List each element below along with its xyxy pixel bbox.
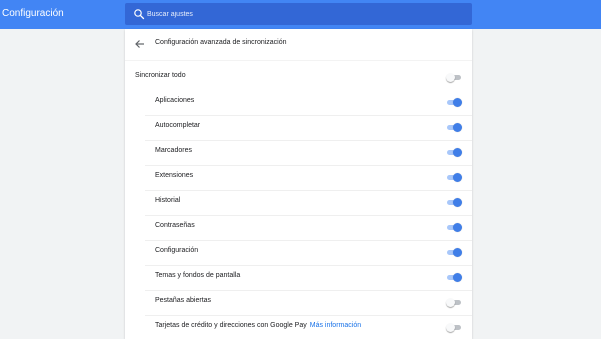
- sync-item-toggle[interactable]: [447, 248, 462, 257]
- sync-item-toggle[interactable]: [447, 273, 462, 282]
- sync-item-label: Autocompletar: [155, 122, 201, 129]
- app-title: Configuración: [2, 8, 64, 19]
- sync-settings-card: Configuración avanzada de sincronización…: [125, 29, 472, 339]
- sync-item-historial[interactable]: Historial: [145, 190, 472, 214]
- sync-item-label: Contraseñas: [155, 222, 195, 229]
- sync-item-aplicaciones[interactable]: Aplicaciones: [145, 90, 472, 114]
- toggle-knob: [453, 223, 462, 232]
- sync-item-toggle[interactable]: [447, 148, 462, 157]
- sync-item-label: Aplicaciones: [155, 97, 195, 104]
- toggle-knob: [446, 298, 455, 307]
- sync-all-row[interactable]: Sincronizar todo: [125, 65, 472, 89]
- sync-item-label: Temas y fondos de pantalla: [155, 272, 241, 279]
- sync-item-label: Extensiones: [155, 172, 194, 179]
- toggle-knob: [446, 323, 455, 332]
- toggle-knob: [453, 98, 462, 107]
- sync-item-toggle[interactable]: [447, 223, 462, 232]
- toggle-knob: [453, 173, 462, 182]
- sync-item-label-text: Tarjetas de crédito y direcciones con Go…: [155, 322, 307, 329]
- sync-item-extensiones[interactable]: Extensiones: [145, 165, 472, 189]
- sync-item-autocompletar[interactable]: Autocompletar: [145, 115, 472, 139]
- toggle-knob: [453, 198, 462, 207]
- sync-all-label: Sincronizar todo: [135, 72, 186, 79]
- toggle-knob: [446, 73, 455, 82]
- sync-item-label: Pestañas abiertas: [155, 297, 212, 304]
- sync-item-pestanas[interactable]: Pestañas abiertas: [145, 290, 472, 314]
- sync-item-marcadores[interactable]: Marcadores: [145, 140, 472, 164]
- arrow-left-icon[interactable]: [134, 38, 146, 50]
- sync-item-label: Historial: [155, 197, 181, 204]
- toggle-knob: [453, 248, 462, 257]
- search-input[interactable]: [147, 6, 447, 22]
- page-title: Configuración avanzada de sincronización: [155, 39, 287, 46]
- top-app-bar: Configuración: [0, 0, 601, 29]
- search-icon: [134, 9, 145, 20]
- toggle-knob: [453, 123, 462, 132]
- sync-item-tarjetas[interactable]: Tarjetas de crédito y direcciones con Go…: [145, 315, 472, 339]
- sync-item-toggle[interactable]: [446, 298, 461, 307]
- sync-item-label: Marcadores: [155, 147, 192, 154]
- sync-item-toggle[interactable]: [447, 123, 462, 132]
- sync-item-label: Configuración: [155, 247, 199, 254]
- sync-all-toggle[interactable]: [446, 73, 461, 82]
- sync-item-label: Tarjetas de crédito y direcciones con Go…: [155, 322, 361, 329]
- sync-item-temas[interactable]: Temas y fondos de pantalla: [145, 265, 472, 289]
- sync-item-toggle[interactable]: [446, 323, 461, 332]
- sync-item-toggle[interactable]: [447, 198, 462, 207]
- sync-item-configuracion[interactable]: Configuración: [145, 240, 472, 264]
- sync-item-toggle[interactable]: [447, 173, 462, 182]
- toggle-knob: [453, 273, 462, 282]
- sync-item-contrasenas[interactable]: Contraseñas: [145, 215, 472, 239]
- search-box[interactable]: [125, 3, 472, 25]
- sync-item-toggle[interactable]: [447, 98, 462, 107]
- learn-more-link[interactable]: Más información: [310, 322, 361, 329]
- card-header: Configuración avanzada de sincronización: [125, 29, 472, 61]
- toggle-knob: [453, 148, 462, 157]
